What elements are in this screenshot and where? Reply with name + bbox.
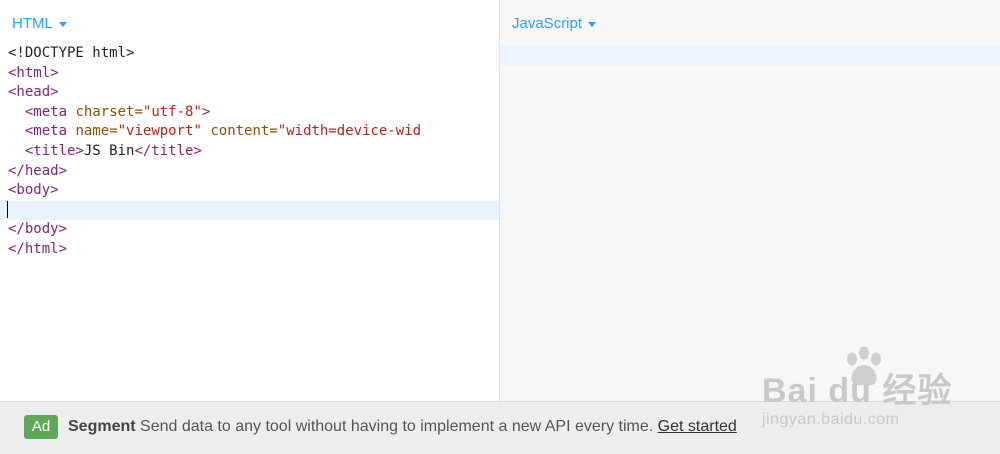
code-line-7: </head>	[8, 162, 68, 179]
ad-badge: Ad	[24, 415, 58, 439]
html-code-editor[interactable]: <!DOCTYPE html> <html> <head> <meta char…	[0, 44, 499, 401]
ad-brand[interactable]: Segment	[68, 418, 136, 435]
code-line-4: <meta charset="utf-8">	[24, 103, 211, 120]
code-line-10: </body>	[8, 221, 68, 238]
get-started-link[interactable]: Get started	[658, 418, 737, 435]
html-editor-panel[interactable]: HTML <!DOCTYPE html> <html> <head> <meta…	[0, 0, 500, 401]
code-line-9-active[interactable]	[0, 200, 499, 221]
code-line-5: <meta name="viewport" content="width=dev…	[24, 123, 422, 140]
code-line-8: <body>	[8, 182, 59, 199]
ad-message: Segment Send data to any tool without ha…	[68, 418, 737, 436]
ad-description: Send data to any tool without having to …	[140, 418, 654, 435]
html-panel-selector[interactable]: HTML	[12, 15, 67, 32]
code-line-1: <!DOCTYPE html>	[8, 45, 135, 61]
code-line-2: <html>	[8, 64, 59, 81]
javascript-panel-label: JavaScript	[512, 15, 583, 32]
text-cursor	[7, 201, 8, 219]
code-line-6: <title>JS Bin</title>	[24, 142, 202, 159]
js-active-line[interactable]	[500, 45, 1000, 65]
chevron-down-icon	[588, 22, 597, 27]
ad-bar: Ad Segment Send data to any tool without…	[0, 401, 1000, 454]
code-line-11: </html>	[8, 240, 68, 257]
html-panel-label: HTML	[12, 15, 53, 32]
javascript-panel-selector[interactable]: JavaScript	[512, 15, 597, 32]
chevron-down-icon	[58, 22, 67, 27]
javascript-editor-panel[interactable]: JavaScript	[500, 0, 1000, 401]
code-line-3: <head>	[8, 84, 59, 101]
